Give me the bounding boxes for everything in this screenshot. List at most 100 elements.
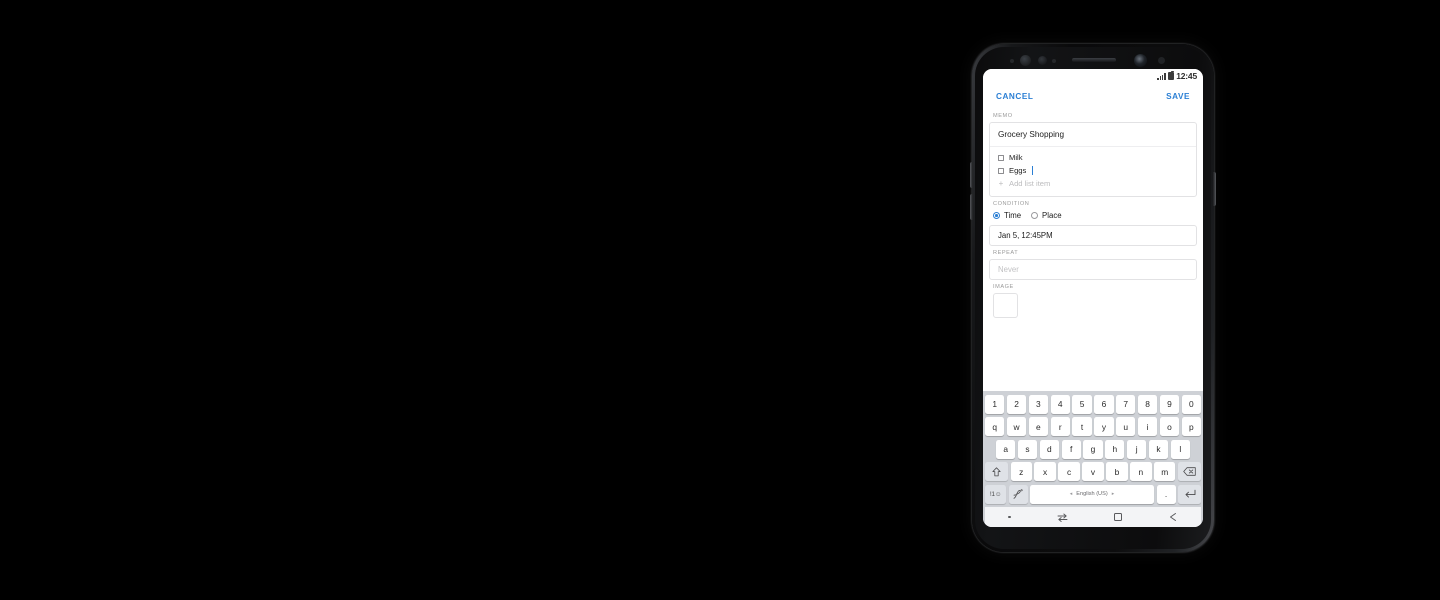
memo-title-input[interactable]: Grocery Shopping [990,123,1196,147]
backspace-icon [1183,467,1196,476]
recents-swap-icon[interactable] [1057,513,1068,522]
key-2[interactable]: 2 [1006,394,1027,414]
key-w[interactable]: w [1006,417,1027,436]
key-h[interactable]: h [1105,439,1125,459]
volume-down-button[interactable] [970,194,973,220]
key-f[interactable]: f [1061,439,1081,459]
radio-option-time[interactable]: Time [993,211,1021,220]
navigation-bar [985,507,1201,527]
space-language-label: English (US) [1076,491,1108,497]
status-bar: 12:45 [983,69,1203,83]
repeat-placeholder: Never [998,265,1019,274]
cancel-button[interactable]: CANCEL [996,92,1033,101]
list-item[interactable]: Eggs [998,164,1188,177]
reminder-form: MEMO Grocery Shopping Milk Eggs + Add li… [983,109,1203,318]
key-v[interactable]: v [1082,462,1104,481]
key-q[interactable]: q [985,417,1005,436]
datetime-field[interactable]: Jan 5, 12:45PM [989,225,1197,246]
key-p[interactable]: p [1181,417,1201,436]
signal-bars-icon [1157,72,1166,80]
period-key[interactable]: . [1156,484,1176,504]
symbols-key[interactable]: !1☺ [985,484,1006,504]
proximity-sensor-icon [1010,59,1014,63]
home-square-icon[interactable] [1113,513,1122,521]
status-bar-clock: 12:45 [1176,71,1197,81]
list-item-label: Milk [1009,153,1023,162]
iris-scanner-icon [1020,55,1031,66]
radio-selected-icon[interactable] [993,212,1000,219]
space-prev-language-arrow[interactable]: ◂ [1070,491,1073,497]
key-c[interactable]: c [1058,462,1080,481]
key-4[interactable]: 4 [1050,394,1070,414]
key-y[interactable]: y [1094,417,1114,436]
on-screen-keyboard: 1 2 3 4 5 6 7 8 9 0 q w e r t y u i o p … [983,390,1203,527]
add-list-item-label: Add list item [1009,179,1051,188]
backspace-key[interactable] [1177,462,1201,481]
radio-option-time-label: Time [1004,211,1022,220]
battery-icon [1168,70,1175,81]
key-a[interactable]: a [996,439,1016,459]
key-s[interactable]: s [1017,439,1038,459]
repeat-section-label: REPEAT [993,250,1019,256]
earpiece-speaker-icon [1072,58,1116,62]
volume-up-button[interactable] [970,162,973,188]
key-n[interactable]: n [1130,462,1152,481]
space-key[interactable]: ◂ English (US) ▸ [1030,484,1154,504]
key-9[interactable]: 9 [1159,394,1180,414]
key-j[interactable]: j [1126,439,1147,459]
power-button[interactable] [1213,172,1216,206]
condition-radio-group: Time Place [989,210,1197,225]
image-thumbnail-button[interactable] [993,293,1018,318]
key-r[interactable]: r [1050,417,1070,436]
light-sensor-icon [1038,56,1047,65]
keyboard-row-function: !1☺ ◂ English (US) ▸ . [985,484,1201,504]
radio-option-place[interactable]: Place [1031,211,1062,220]
key-8[interactable]: 8 [1137,394,1158,414]
space-next-language-arrow[interactable]: ▸ [1112,491,1115,497]
checkbox-icon[interactable] [998,167,1004,174]
key-l[interactable]: l [1170,439,1190,459]
key-m[interactable]: m [1154,462,1176,481]
handwriting-key[interactable] [1008,484,1028,504]
key-6[interactable]: 6 [1094,394,1114,414]
back-arrow-icon[interactable] [1168,512,1178,522]
dot-indicator-icon[interactable] [1008,515,1011,519]
key-i[interactable]: i [1137,417,1158,436]
list-item[interactable]: Milk [998,151,1188,164]
save-button[interactable]: SAVE [1166,92,1190,101]
memo-card: Grocery Shopping Milk Eggs + Add list it… [989,122,1197,197]
key-x[interactable]: x [1034,462,1056,481]
keyboard-row-numbers: 1 2 3 4 5 6 7 8 9 0 [985,394,1201,414]
memo-section-label: MEMO [993,113,1013,119]
add-list-item-button[interactable]: + Add list item [998,177,1188,190]
key-0[interactable]: 0 [1181,394,1201,414]
key-1[interactable]: 1 [985,394,1005,414]
key-o[interactable]: o [1159,417,1180,436]
key-t[interactable]: t [1072,417,1092,436]
key-d[interactable]: d [1039,439,1059,459]
key-b[interactable]: b [1106,462,1128,481]
checkbox-icon[interactable] [998,154,1004,161]
repeat-field[interactable]: Never [989,259,1197,280]
phone-screen: 12:45 CANCEL SAVE MEMO Grocery Shopping … [983,69,1203,527]
key-7[interactable]: 7 [1116,394,1136,414]
text-cursor [1031,166,1033,175]
plus-icon: + [998,179,1004,188]
key-z[interactable]: z [1010,462,1032,481]
enter-return-icon [1185,489,1195,498]
key-k[interactable]: k [1148,439,1169,459]
shift-arrow-icon [992,466,1001,476]
enter-key[interactable] [1178,484,1201,504]
key-u[interactable]: u [1116,417,1136,436]
radio-unselected-icon[interactable] [1031,212,1039,219]
shift-key[interactable] [985,462,1009,481]
keyboard-row-home: a s d f g h j k l [985,439,1201,459]
phone-device-frame: 12:45 CANCEL SAVE MEMO Grocery Shopping … [970,44,1216,552]
memo-checklist: Milk Eggs + Add list item [990,147,1196,196]
key-g[interactable]: g [1083,439,1103,459]
key-e[interactable]: e [1028,417,1049,436]
front-camera-icon [1134,54,1147,67]
key-3[interactable]: 3 [1028,394,1049,414]
key-5[interactable]: 5 [1072,394,1092,414]
keyboard-row-top: q w e r t y u i o p [985,417,1201,436]
